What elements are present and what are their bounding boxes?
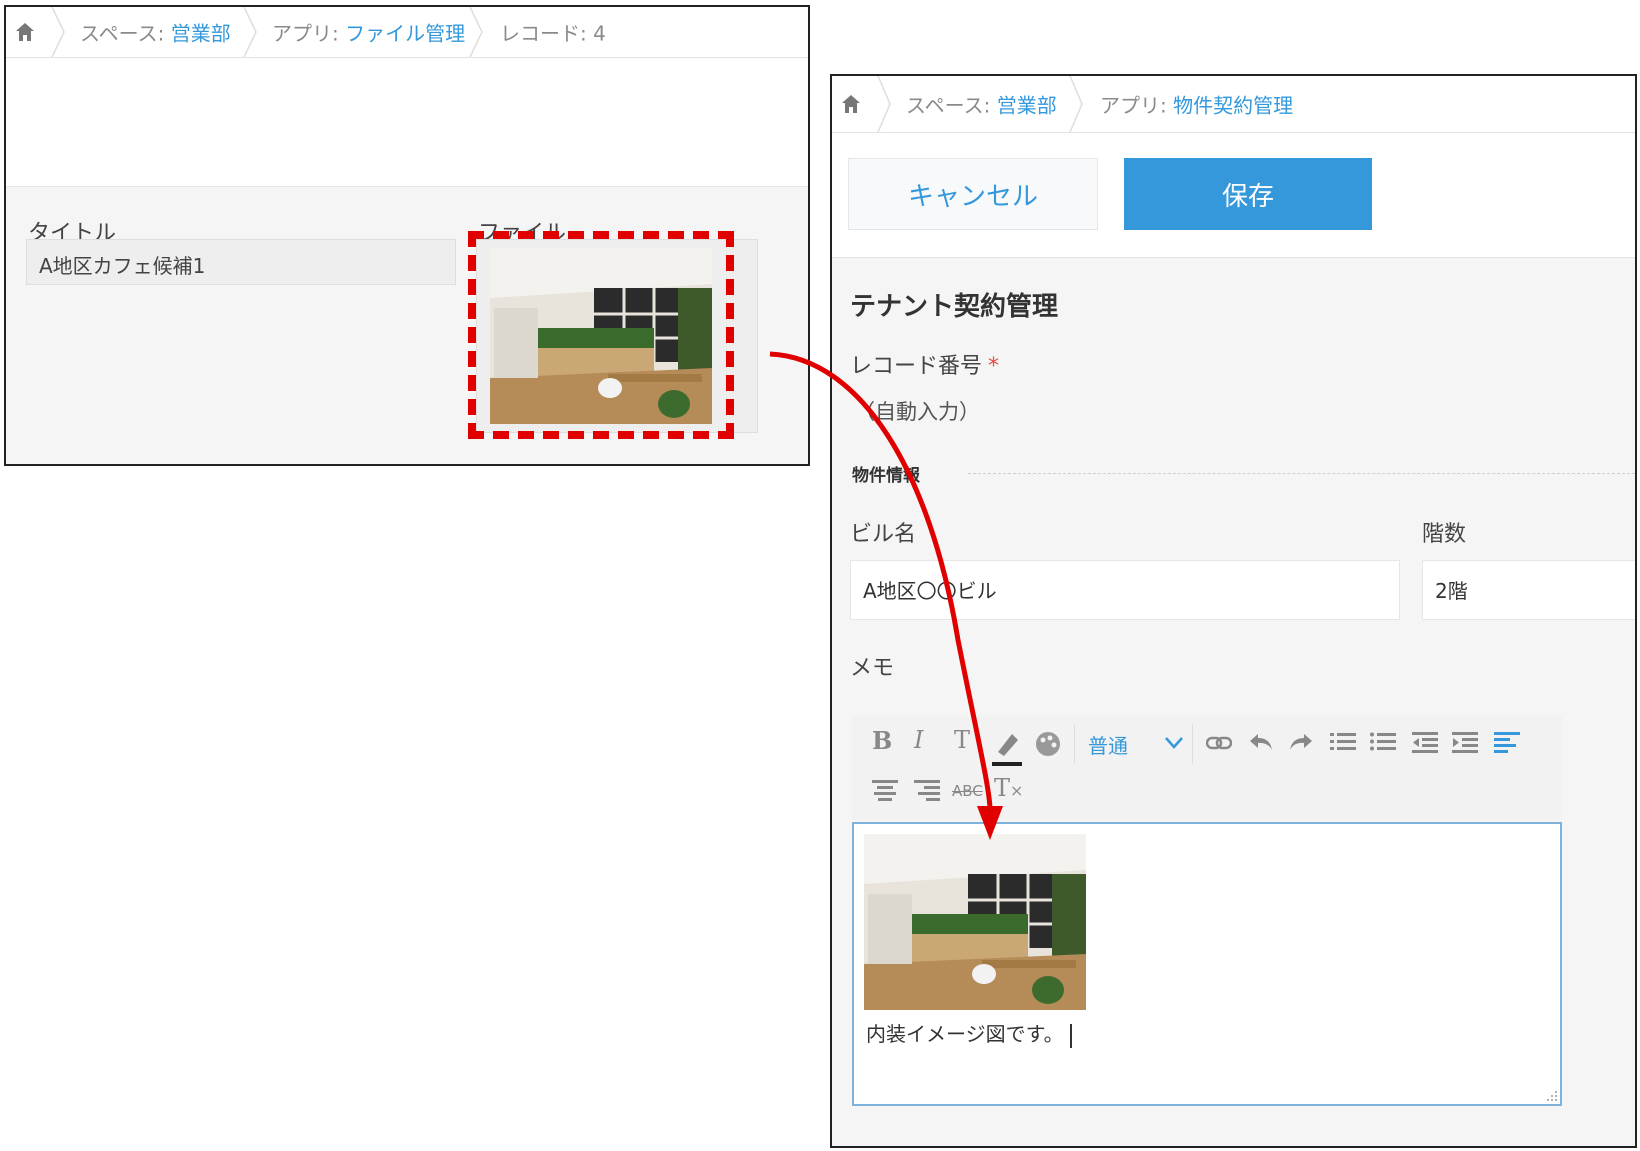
bulleted-list-icon[interactable] (1370, 730, 1396, 754)
undo-icon[interactable] (1248, 730, 1274, 754)
contract-edit-panel: スペース: 営業部 アプリ: 物件契約管理 キャンセル 保存 テナント契約管理 … (830, 74, 1637, 1148)
breadcrumb-separator-icon (243, 7, 257, 57)
breadcrumb-separator-icon (877, 76, 891, 132)
breadcrumb-separator-icon (51, 7, 65, 57)
breadcrumb-space-link[interactable]: 営業部 (171, 22, 231, 46)
group-label: 物件情報 (852, 466, 920, 486)
breadcrumb-app-link[interactable]: 物件契約管理 (1173, 94, 1293, 118)
home-icon[interactable] (14, 21, 36, 43)
resize-handle-icon[interactable] (1546, 1090, 1558, 1102)
breadcrumb-app-link[interactable]: ファイル管理 (345, 22, 465, 46)
breadcrumb: スペース: 営業部 アプリ: ファイル管理 レコード: 4 (6, 7, 808, 58)
highlight-box (468, 231, 734, 439)
outdent-icon[interactable] (1412, 730, 1438, 754)
memo-text: 内装イメージ図です。 (866, 1018, 1072, 1048)
cancel-button[interactable]: キャンセル (848, 158, 1098, 230)
align-right-icon[interactable] (914, 778, 940, 802)
rich-text-toolbar: B I T 普通 ABC T× (852, 716, 1562, 820)
form-title: テナント契約管理 (850, 292, 1059, 322)
clear-format-label: T (994, 774, 1011, 802)
bold-button[interactable]: B (872, 726, 892, 755)
italic-button[interactable]: I (914, 726, 923, 754)
save-button[interactable]: 保存 (1124, 158, 1372, 230)
breadcrumb-space-link[interactable]: 営業部 (997, 94, 1057, 118)
breadcrumb-record: レコード: 4 (500, 21, 606, 46)
memo-editor[interactable]: 内装イメージ図です。 (852, 822, 1562, 1106)
text-size-button[interactable]: T (954, 726, 970, 754)
home-icon[interactable] (840, 93, 862, 115)
text-caret (1069, 1023, 1072, 1048)
link-icon[interactable] (1206, 734, 1232, 752)
breadcrumb-space: スペース: 営業部 (80, 21, 231, 46)
align-center-icon[interactable] (872, 778, 898, 802)
breadcrumb: スペース: 営業部 アプリ: 物件契約管理 (832, 76, 1635, 133)
breadcrumb-app: アプリ: ファイル管理 (272, 21, 466, 46)
palette-icon[interactable] (1034, 730, 1062, 758)
clear-format-x-icon: × (1010, 781, 1024, 800)
record-number-label: レコード番号 * (850, 354, 1000, 379)
numbered-list-icon[interactable] (1330, 730, 1356, 754)
font-size-select[interactable]: 普通 (1088, 730, 1128, 759)
floor-label: 階数 (1422, 522, 1467, 547)
clear-format-button[interactable]: T× (994, 774, 1023, 802)
breadcrumb-space: スペース: 営業部 (906, 93, 1057, 118)
cafe-interior-image[interactable] (864, 834, 1086, 1010)
pen-color-icon[interactable] (992, 728, 1022, 768)
building-name-label: ビル名 (850, 522, 917, 547)
indent-icon[interactable] (1452, 730, 1478, 754)
required-mark: * (988, 354, 1000, 379)
record-header (6, 58, 808, 187)
record-number-value: （自動入力） (854, 400, 980, 424)
strikethrough-button[interactable]: ABC (952, 782, 983, 800)
file-management-record-panel: スペース: 営業部 アプリ: ファイル管理 レコード: 4 タイトル A地区カフ… (4, 5, 810, 466)
title-value: A地区カフェ候補1 (26, 239, 456, 285)
breadcrumb-separator-icon (1069, 76, 1083, 132)
align-left-icon[interactable] (1494, 730, 1520, 754)
redo-icon[interactable] (1288, 730, 1314, 754)
breadcrumb-app: アプリ: 物件契約管理 (1100, 93, 1294, 118)
memo-label: メモ (850, 656, 895, 681)
floor-input[interactable]: 2階 (1422, 560, 1635, 620)
group-divider (968, 473, 1635, 474)
breadcrumb-separator-icon (469, 7, 483, 57)
toolbar-divider (1074, 724, 1075, 764)
chevron-down-icon[interactable] (1164, 736, 1184, 750)
toolbar-divider (1192, 724, 1193, 764)
building-name-input[interactable]: A地区〇〇ビル (850, 560, 1400, 620)
